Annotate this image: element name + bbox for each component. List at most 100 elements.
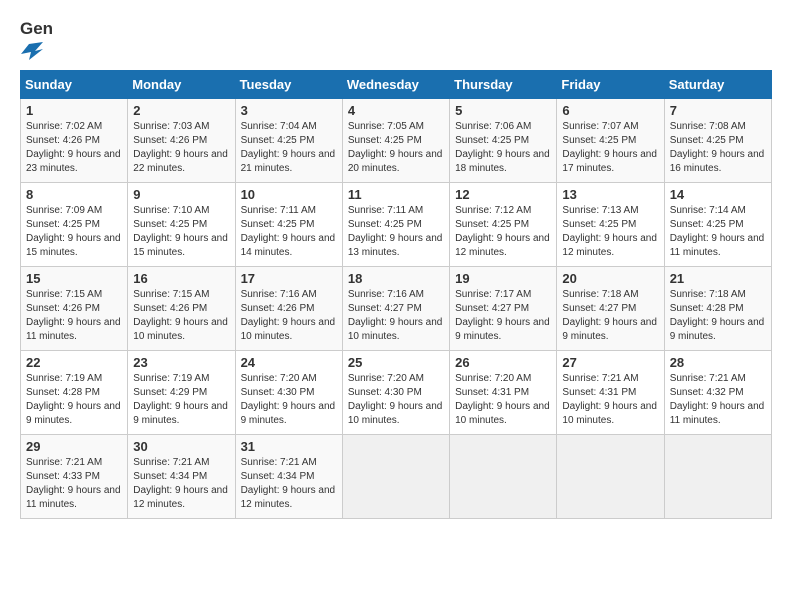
day-number: 7: [670, 103, 766, 118]
calendar-week-row: 15 Sunrise: 7:15 AM Sunset: 4:26 PM Dayl…: [21, 267, 772, 351]
day-number: 13: [562, 187, 658, 202]
day-info: Sunrise: 7:15 AM Sunset: 4:26 PM Dayligh…: [26, 289, 121, 342]
day-number: 10: [241, 187, 337, 202]
day-number: 1: [26, 103, 122, 118]
logo-icon: General: [20, 16, 52, 42]
day-number: 14: [670, 187, 766, 202]
day-info: Sunrise: 7:16 AM Sunset: 4:27 PM Dayligh…: [348, 289, 443, 342]
table-row: 4 Sunrise: 7:05 AM Sunset: 4:25 PM Dayli…: [342, 99, 449, 183]
day-number: 19: [455, 271, 551, 286]
day-info: Sunrise: 7:20 AM Sunset: 4:30 PM Dayligh…: [241, 373, 336, 426]
col-monday: Monday: [128, 71, 235, 99]
day-number: 5: [455, 103, 551, 118]
table-row: 29 Sunrise: 7:21 AM Sunset: 4:33 PM Dayl…: [21, 435, 128, 519]
table-row: 15 Sunrise: 7:15 AM Sunset: 4:26 PM Dayl…: [21, 267, 128, 351]
calendar-week-row: 8 Sunrise: 7:09 AM Sunset: 4:25 PM Dayli…: [21, 183, 772, 267]
table-row: 14 Sunrise: 7:14 AM Sunset: 4:25 PM Dayl…: [664, 183, 771, 267]
day-number: 3: [241, 103, 337, 118]
table-row: 2 Sunrise: 7:03 AM Sunset: 4:26 PM Dayli…: [128, 99, 235, 183]
logo-bird-icon: [21, 42, 43, 60]
day-info: Sunrise: 7:16 AM Sunset: 4:26 PM Dayligh…: [241, 289, 336, 342]
day-info: Sunrise: 7:02 AM Sunset: 4:26 PM Dayligh…: [26, 121, 121, 174]
table-row: 16 Sunrise: 7:15 AM Sunset: 4:26 PM Dayl…: [128, 267, 235, 351]
table-row: 9 Sunrise: 7:10 AM Sunset: 4:25 PM Dayli…: [128, 183, 235, 267]
col-wednesday: Wednesday: [342, 71, 449, 99]
day-info: Sunrise: 7:11 AM Sunset: 4:25 PM Dayligh…: [241, 205, 336, 258]
day-number: 2: [133, 103, 229, 118]
day-number: 9: [133, 187, 229, 202]
table-row: 18 Sunrise: 7:16 AM Sunset: 4:27 PM Dayl…: [342, 267, 449, 351]
day-number: 20: [562, 271, 658, 286]
day-info: Sunrise: 7:20 AM Sunset: 4:31 PM Dayligh…: [455, 373, 550, 426]
table-row: 20 Sunrise: 7:18 AM Sunset: 4:27 PM Dayl…: [557, 267, 664, 351]
day-number: 22: [26, 355, 122, 370]
day-info: Sunrise: 7:07 AM Sunset: 4:25 PM Dayligh…: [562, 121, 657, 174]
table-row: 31 Sunrise: 7:21 AM Sunset: 4:34 PM Dayl…: [235, 435, 342, 519]
day-number: 4: [348, 103, 444, 118]
table-row: 25 Sunrise: 7:20 AM Sunset: 4:30 PM Dayl…: [342, 351, 449, 435]
day-number: 29: [26, 439, 122, 454]
table-row: 28 Sunrise: 7:21 AM Sunset: 4:32 PM Dayl…: [664, 351, 771, 435]
day-info: Sunrise: 7:17 AM Sunset: 4:27 PM Dayligh…: [455, 289, 550, 342]
calendar-week-row: 29 Sunrise: 7:21 AM Sunset: 4:33 PM Dayl…: [21, 435, 772, 519]
table-row: 1 Sunrise: 7:02 AM Sunset: 4:26 PM Dayli…: [21, 99, 128, 183]
calendar-header-row: Sunday Monday Tuesday Wednesday Thursday…: [21, 71, 772, 99]
day-number: 26: [455, 355, 551, 370]
col-sunday: Sunday: [21, 71, 128, 99]
page-container: General Sunday Monday Tuesday Wednesda: [0, 0, 792, 529]
day-info: Sunrise: 7:11 AM Sunset: 4:25 PM Dayligh…: [348, 205, 443, 258]
col-thursday: Thursday: [450, 71, 557, 99]
day-info: Sunrise: 7:21 AM Sunset: 4:34 PM Dayligh…: [241, 457, 336, 510]
day-info: Sunrise: 7:18 AM Sunset: 4:28 PM Dayligh…: [670, 289, 765, 342]
table-row: 27 Sunrise: 7:21 AM Sunset: 4:31 PM Dayl…: [557, 351, 664, 435]
table-row: 12 Sunrise: 7:12 AM Sunset: 4:25 PM Dayl…: [450, 183, 557, 267]
day-number: 17: [241, 271, 337, 286]
table-row: 21 Sunrise: 7:18 AM Sunset: 4:28 PM Dayl…: [664, 267, 771, 351]
day-info: Sunrise: 7:15 AM Sunset: 4:26 PM Dayligh…: [133, 289, 228, 342]
calendar-body: 1 Sunrise: 7:02 AM Sunset: 4:26 PM Dayli…: [21, 99, 772, 519]
table-row: [664, 435, 771, 519]
svg-text:General: General: [20, 19, 52, 38]
day-number: 31: [241, 439, 337, 454]
day-info: Sunrise: 7:21 AM Sunset: 4:33 PM Dayligh…: [26, 457, 121, 510]
day-info: Sunrise: 7:13 AM Sunset: 4:25 PM Dayligh…: [562, 205, 657, 258]
day-number: 15: [26, 271, 122, 286]
table-row: 7 Sunrise: 7:08 AM Sunset: 4:25 PM Dayli…: [664, 99, 771, 183]
day-info: Sunrise: 7:21 AM Sunset: 4:31 PM Dayligh…: [562, 373, 657, 426]
table-row: 8 Sunrise: 7:09 AM Sunset: 4:25 PM Dayli…: [21, 183, 128, 267]
calendar-week-row: 22 Sunrise: 7:19 AM Sunset: 4:28 PM Dayl…: [21, 351, 772, 435]
day-number: 28: [670, 355, 766, 370]
day-number: 11: [348, 187, 444, 202]
day-info: Sunrise: 7:21 AM Sunset: 4:34 PM Dayligh…: [133, 457, 228, 510]
table-row: 6 Sunrise: 7:07 AM Sunset: 4:25 PM Dayli…: [557, 99, 664, 183]
table-row: 13 Sunrise: 7:13 AM Sunset: 4:25 PM Dayl…: [557, 183, 664, 267]
day-info: Sunrise: 7:05 AM Sunset: 4:25 PM Dayligh…: [348, 121, 443, 174]
day-info: Sunrise: 7:08 AM Sunset: 4:25 PM Dayligh…: [670, 121, 765, 174]
header: General: [20, 16, 772, 60]
table-row: 19 Sunrise: 7:17 AM Sunset: 4:27 PM Dayl…: [450, 267, 557, 351]
table-row: 10 Sunrise: 7:11 AM Sunset: 4:25 PM Dayl…: [235, 183, 342, 267]
day-info: Sunrise: 7:19 AM Sunset: 4:29 PM Dayligh…: [133, 373, 228, 426]
day-number: 8: [26, 187, 122, 202]
table-row: 3 Sunrise: 7:04 AM Sunset: 4:25 PM Dayli…: [235, 99, 342, 183]
calendar-week-row: 1 Sunrise: 7:02 AM Sunset: 4:26 PM Dayli…: [21, 99, 772, 183]
table-row: 17 Sunrise: 7:16 AM Sunset: 4:26 PM Dayl…: [235, 267, 342, 351]
day-info: Sunrise: 7:14 AM Sunset: 4:25 PM Dayligh…: [670, 205, 765, 258]
day-info: Sunrise: 7:09 AM Sunset: 4:25 PM Dayligh…: [26, 205, 121, 258]
table-row: [557, 435, 664, 519]
day-number: 30: [133, 439, 229, 454]
table-row: 26 Sunrise: 7:20 AM Sunset: 4:31 PM Dayl…: [450, 351, 557, 435]
day-info: Sunrise: 7:04 AM Sunset: 4:25 PM Dayligh…: [241, 121, 336, 174]
table-row: 24 Sunrise: 7:20 AM Sunset: 4:30 PM Dayl…: [235, 351, 342, 435]
table-row: 23 Sunrise: 7:19 AM Sunset: 4:29 PM Dayl…: [128, 351, 235, 435]
day-info: Sunrise: 7:21 AM Sunset: 4:32 PM Dayligh…: [670, 373, 765, 426]
day-info: Sunrise: 7:18 AM Sunset: 4:27 PM Dayligh…: [562, 289, 657, 342]
day-number: 24: [241, 355, 337, 370]
day-number: 25: [348, 355, 444, 370]
col-saturday: Saturday: [664, 71, 771, 99]
day-info: Sunrise: 7:06 AM Sunset: 4:25 PM Dayligh…: [455, 121, 550, 174]
day-info: Sunrise: 7:12 AM Sunset: 4:25 PM Dayligh…: [455, 205, 550, 258]
table-row: 30 Sunrise: 7:21 AM Sunset: 4:34 PM Dayl…: [128, 435, 235, 519]
day-number: 21: [670, 271, 766, 286]
col-friday: Friday: [557, 71, 664, 99]
